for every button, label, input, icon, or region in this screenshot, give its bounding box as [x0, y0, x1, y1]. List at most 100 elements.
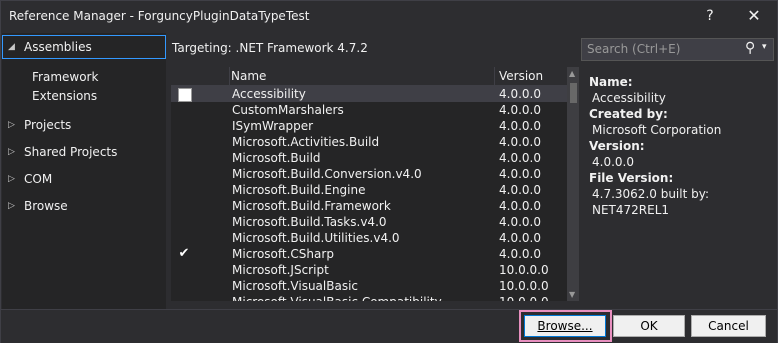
row-version: 4.0.0.0 — [499, 151, 541, 165]
row-version: 4.0.0.0 — [499, 119, 541, 133]
version-column-header[interactable]: Version — [499, 69, 543, 83]
row-name: Microsoft.Build — [232, 151, 321, 165]
checkbox[interactable] — [178, 88, 192, 102]
title-bar: Reference Manager - ForguncyPluginDataTy… — [1, 1, 777, 32]
checkbox[interactable] — [178, 296, 190, 301]
sidebar-item-assemblies[interactable]: ◢ Assemblies — [2, 35, 166, 59]
row-name: Microsoft.CSharp — [232, 247, 334, 261]
checkbox-checked-icon[interactable]: ✔ — [178, 247, 190, 260]
details-file-version-value: 4.7.3062.0 built by: NET472REL1 — [592, 187, 709, 217]
table-row[interactable]: Accessibility 4.0.0.0 — [171, 86, 567, 102]
table-row[interactable]: ISymWrapper 4.0.0.0 — [171, 118, 567, 134]
checkbox[interactable] — [178, 136, 190, 148]
name-column-header[interactable]: Name — [231, 69, 266, 83]
checkbox[interactable] — [178, 280, 190, 292]
search-icon[interactable]: ⚲ — [745, 40, 755, 56]
row-name: ISymWrapper — [232, 119, 314, 133]
row-name: Microsoft.VisualBasic.Compatibility — [232, 295, 442, 301]
row-version: 4.0.0.0 — [499, 231, 541, 245]
table-row[interactable]: Microsoft.Build.Framework 4.0.0.0 — [171, 198, 567, 214]
collapsed-arrow-icon: ▷ — [8, 120, 15, 130]
checkbox-column-header[interactable] — [171, 67, 230, 85]
table-row[interactable]: Microsoft.VisualBasic 10.0.0.0 — [171, 278, 567, 294]
dialog-footer: Browse... OK Cancel — [1, 309, 777, 343]
checkbox[interactable] — [178, 232, 190, 244]
row-version: 10.0.0.0 — [499, 263, 549, 277]
details-name-value: Accessibility — [592, 91, 666, 105]
sidebar-item-shared-projects[interactable]: ▷ Shared Projects — [2, 140, 166, 164]
scrollbar-thumb[interactable] — [570, 83, 577, 103]
details-name-label: Name: — [589, 75, 633, 89]
row-version: 10.0.0.0 — [499, 295, 549, 301]
sidebar-item-label: Assemblies — [24, 40, 92, 54]
row-version: 4.0.0.0 — [499, 103, 541, 117]
table-row[interactable]: Microsoft.Activities.Build 4.0.0.0 — [171, 134, 567, 150]
checkbox[interactable] — [178, 184, 190, 196]
cancel-button[interactable]: Cancel — [691, 315, 766, 337]
assemblies-grid: Name Version Accessibility 4.0.0.0 CustomM… — [171, 67, 579, 301]
ok-button[interactable]: OK — [613, 315, 685, 337]
table-row[interactable]: Microsoft.VisualBasic.Compatibility 10.0.… — [171, 294, 567, 301]
row-name: Microsoft.Activities.Build — [232, 135, 380, 149]
details-created-value: Microsoft Corporation — [592, 123, 722, 137]
row-version: 4.0.0.0 — [499, 247, 541, 261]
details-created-label: Created by: — [589, 107, 668, 121]
checkbox[interactable] — [178, 168, 190, 180]
search-placeholder: Search (Ctrl+E) — [587, 42, 681, 56]
table-row[interactable]: Microsoft.Build.Conversion.v4.0 4.0.0.0 — [171, 166, 567, 182]
sidebar-item-com[interactable]: ▷ COM — [2, 167, 166, 191]
checkbox[interactable] — [178, 152, 190, 164]
checkbox[interactable] — [178, 120, 190, 132]
details-version-value: 4.0.0.0 — [592, 155, 634, 169]
row-name: Microsoft.VisualBasic — [232, 279, 359, 293]
search-box[interactable]: Search (Ctrl+E) ⚲ ▾ — [581, 38, 774, 61]
table-row[interactable]: CustomMarshalers 4.0.0.0 — [171, 102, 567, 118]
sidebar-item-label: COM — [24, 172, 53, 186]
table-row[interactable]: Microsoft.Build.Utilities.v4.0 4.0.0.0 — [171, 230, 567, 246]
row-name: Accessibility — [232, 87, 306, 101]
row-name: Microsoft.Build.Engine — [232, 183, 366, 197]
table-row[interactable]: Microsoft.Build.Engine 4.0.0.0 — [171, 182, 567, 198]
window-title: Reference Manager - ForguncyPluginDataTy… — [9, 9, 310, 23]
sidebar-item-projects[interactable]: ▷ Projects — [2, 113, 166, 137]
table-row[interactable]: Microsoft.JScript 10.0.0.0 — [171, 262, 567, 278]
collapsed-arrow-icon: ▷ — [8, 147, 15, 157]
sidebar-item-label: Browse — [24, 199, 68, 213]
help-button[interactable]: ? — [698, 5, 722, 27]
row-version: 10.0.0.0 — [499, 279, 549, 293]
row-name: Microsoft.JScript — [232, 263, 329, 277]
table-row[interactable]: Microsoft.Build 4.0.0.0 — [171, 150, 567, 166]
browse-button[interactable]: Browse... — [524, 315, 606, 337]
row-name: Microsoft.Build.Conversion.v4.0 — [232, 167, 422, 181]
chevron-down-icon[interactable]: ▾ — [762, 42, 767, 52]
row-version: 4.0.0.0 — [499, 87, 541, 101]
checkbox[interactable] — [178, 200, 190, 212]
row-name: Microsoft.Build.Framework — [232, 199, 391, 213]
sidebar-item-extensions[interactable]: Extensions — [32, 86, 97, 106]
close-icon[interactable]: ✕ — [742, 5, 766, 27]
sidebar-item-browse[interactable]: ▷ Browse — [2, 194, 166, 218]
scroll-up-icon[interactable]: ▲ — [569, 69, 575, 78]
sidebar-item-label: Shared Projects — [24, 145, 118, 159]
details-panel: Name: Accessibility Created by: Microsof… — [589, 74, 777, 218]
row-version: 4.0.0.0 — [499, 135, 541, 149]
vertical-scrollbar[interactable]: ▲ ▼ — [567, 67, 579, 301]
scroll-down-icon[interactable]: ▼ — [569, 290, 575, 299]
row-version: 4.0.0.0 — [499, 199, 541, 213]
checkbox[interactable] — [178, 264, 190, 276]
checkbox[interactable] — [178, 104, 190, 116]
row-version: 4.0.0.0 — [499, 167, 541, 181]
details-version-label: Version: — [589, 139, 645, 153]
checkbox[interactable] — [178, 216, 190, 228]
details-file-version-label: File Version: — [589, 171, 674, 185]
column-separator[interactable] — [494, 67, 495, 85]
sidebar-item-label: Projects — [24, 118, 72, 132]
expanded-arrow-icon: ◢ — [8, 42, 15, 52]
row-name: CustomMarshalers — [232, 103, 344, 117]
table-row[interactable]: ✔ Microsoft.CSharp 4.0.0.0 — [171, 246, 567, 262]
sidebar-item-framework[interactable]: Framework — [32, 67, 98, 87]
table-row[interactable]: Microsoft.Build.Tasks.v4.0 4.0.0.0 — [171, 214, 567, 230]
row-version: 4.0.0.0 — [499, 215, 541, 229]
targeting-label: Targeting: .NET Framework 4.7.2 — [172, 41, 368, 55]
sidebar: ◢ Assemblies Framework Extensions ▷ Proj… — [2, 33, 166, 310]
